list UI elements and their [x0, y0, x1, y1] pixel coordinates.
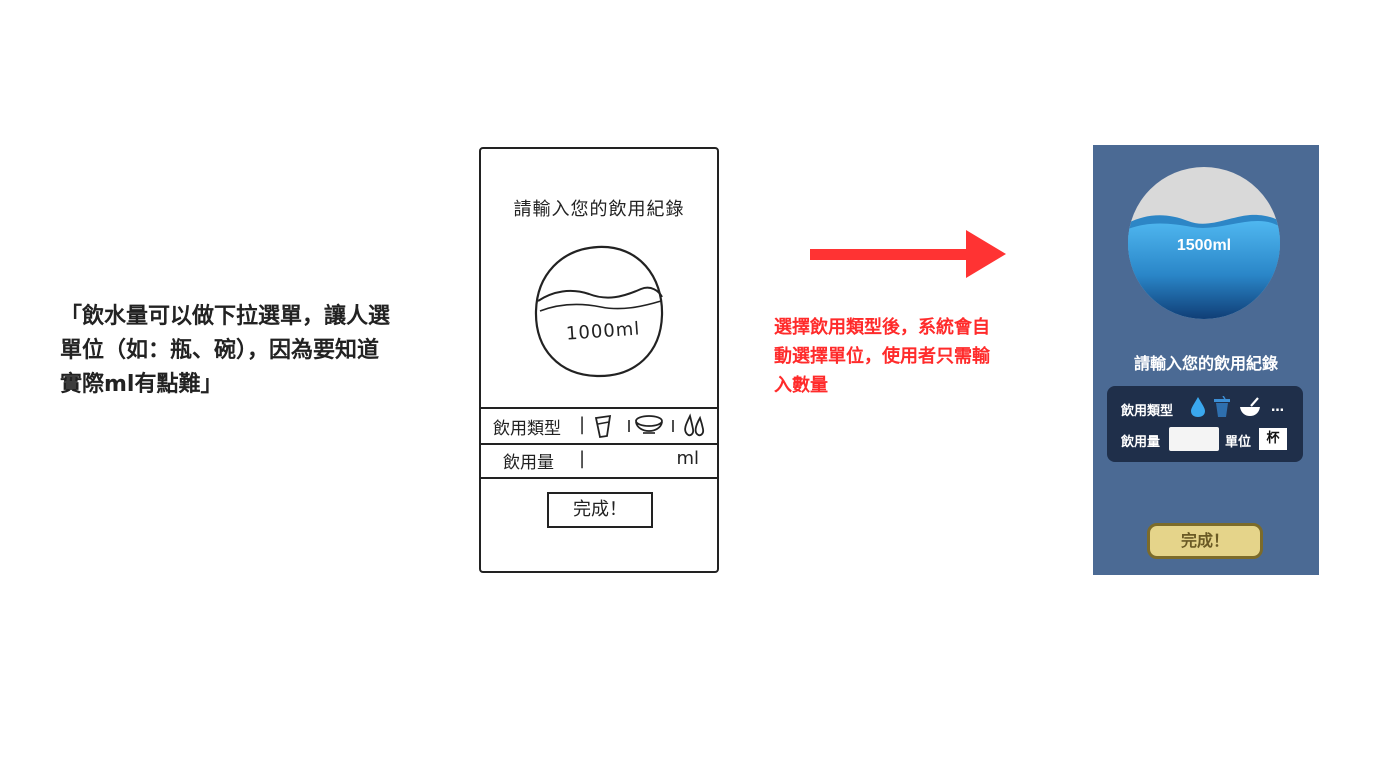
- quote-line: 實際ml有點難」: [60, 372, 223, 397]
- sketch-wireframe: 請輸入您的飲用紀錄 1000ml 飲用類型 | 飲用量 | ml 完成！: [479, 147, 719, 573]
- cup-icon: [594, 414, 612, 439]
- note-line: 選擇飲用類型後，系統會自: [774, 317, 990, 338]
- note-line: 動選擇單位，使用者只需輸: [774, 346, 990, 367]
- sketch-amount-label: 飲用量: [503, 453, 554, 473]
- unit-select[interactable]: 杯: [1259, 428, 1287, 450]
- quote-line: 單位（如：瓶、碗），因為要知道: [60, 338, 380, 363]
- sketch-form: 飲用類型 | 飲用量 | ml: [481, 407, 717, 479]
- sketch-separator: |: [579, 448, 586, 469]
- quote-line: 「飲水量可以做下拉選單，讓人選: [60, 304, 391, 329]
- amount-label: 飲用量: [1121, 435, 1161, 450]
- unit-label: 單位: [1225, 435, 1252, 450]
- sketch-type-icons: [594, 413, 705, 439]
- sketch-separator: |: [579, 414, 586, 435]
- sketch-type-label: 飲用類型: [493, 419, 561, 439]
- right-arrow-icon: [810, 230, 1006, 278]
- sketch-amount-row: 飲用量 | ml: [481, 443, 717, 477]
- design-note: 選擇飲用類型後，系統會自 動選擇單位，使用者只需輸 入數量: [774, 313, 1044, 400]
- amount-input[interactable]: [1169, 427, 1219, 451]
- sketch-type-row: 飲用類型 |: [481, 409, 717, 445]
- app-mockup: 1500ml 請輸入您的飲用紀錄 飲用類型 … 飲用量 單位 杯 完成！: [1093, 145, 1319, 575]
- sketch-title: 請輸入您的飲用紀錄: [513, 199, 685, 220]
- note-line: 入數量: [774, 375, 828, 396]
- feedback-quote: 「飲水量可以做下拉選單，讓人選 單位（如：瓶、碗），因為要知道 實際ml有點難」: [60, 300, 440, 402]
- more-options[interactable]: …: [1271, 400, 1284, 415]
- drops-icon: [684, 413, 705, 437]
- input-panel: 飲用類型 … 飲用量 單位 杯: [1107, 386, 1303, 462]
- sketch-water-circle: [534, 245, 664, 378]
- water-amount: 1500ml: [1176, 237, 1232, 254]
- page-title: 請輸入您的飲用紀錄: [1133, 354, 1278, 373]
- type-label: 飲用類型: [1121, 404, 1174, 419]
- done-button[interactable]: 完成！: [1147, 523, 1263, 559]
- water-drop-icon[interactable]: [1189, 396, 1207, 418]
- sketch-done-button: 完成！: [547, 492, 653, 528]
- bowl-icon[interactable]: [1239, 396, 1261, 418]
- cup-icon[interactable]: [1213, 396, 1231, 418]
- sketch-unit: ml: [676, 448, 699, 469]
- bowl-icon: [635, 415, 663, 434]
